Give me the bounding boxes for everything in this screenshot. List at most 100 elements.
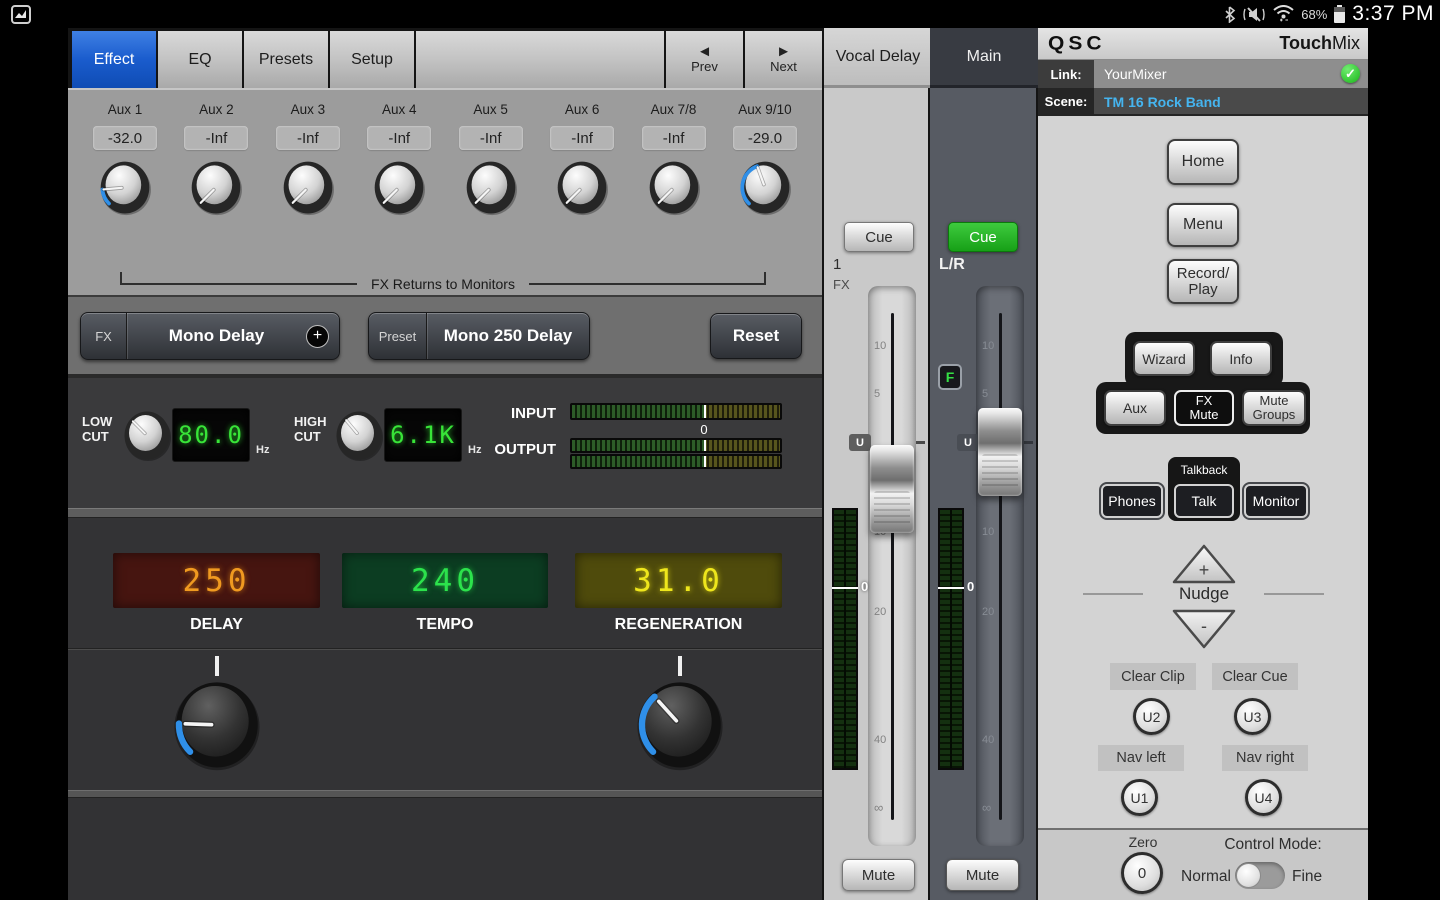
aux-channel-3: Aux 3 -Inf xyxy=(263,102,353,216)
aux-knob[interactable] xyxy=(98,158,152,216)
output-meter-label: OUTPUT xyxy=(488,441,556,458)
aux-label: Aux 7/8 xyxy=(651,102,697,117)
phones-button[interactable]: Phones xyxy=(1101,484,1163,518)
fx-mute-button[interactable]: FX Mute xyxy=(1174,390,1234,426)
nudge-up-button[interactable]: + xyxy=(1170,543,1238,585)
aux-value[interactable]: -32.0 xyxy=(93,126,157,150)
sound-muted-icon xyxy=(1242,6,1266,23)
user-button-u4[interactable]: U4 xyxy=(1245,779,1282,816)
aux-button[interactable]: Aux xyxy=(1104,390,1166,426)
delay-label: DELAY xyxy=(113,616,320,634)
record-play-button[interactable]: Record/ Play xyxy=(1167,259,1239,304)
prev-button[interactable]: ◄ Prev xyxy=(666,31,743,88)
aux-knob[interactable] xyxy=(189,158,243,216)
fx-mute-button[interactable]: Mute xyxy=(842,859,915,891)
meter-yellow-zone xyxy=(704,405,780,418)
clock: 3:37 PM xyxy=(1352,2,1434,26)
control-panel-footer: Zero 0 Control Mode: Normal Fine xyxy=(1038,828,1368,900)
aux-value[interactable]: -Inf xyxy=(184,126,248,150)
minus-icon: - xyxy=(1201,616,1207,636)
aux-channel-7-8: Aux 7/8 -Inf xyxy=(629,102,719,216)
fader-scale-inf: ∞ xyxy=(982,800,1002,815)
clear-cue-label: Clear Cue xyxy=(1212,663,1298,690)
aux-channel-4: Aux 4 -Inf xyxy=(354,102,444,216)
tab-eq[interactable]: EQ xyxy=(158,31,242,88)
section-divider xyxy=(68,508,822,518)
scene-label: Scene: xyxy=(1038,88,1094,114)
aux-label: Aux 3 xyxy=(291,102,326,117)
next-arrow-icon: ► xyxy=(776,45,791,59)
link-ok-check-icon: ✓ xyxy=(1341,64,1360,83)
fx-channel-strip: Vocal Delay Cue 1 FX 10 5 U 5 10 20 40 ∞… xyxy=(822,28,930,900)
main-channel-header[interactable]: Main xyxy=(930,28,1038,88)
tempo-display: 240 xyxy=(342,553,548,608)
next-button[interactable]: ► Next xyxy=(745,31,822,88)
regeneration-display: 31.0 xyxy=(575,553,782,608)
control-mode-toggle[interactable] xyxy=(1235,862,1285,889)
tab-setup[interactable]: Setup xyxy=(330,31,414,88)
aux-value[interactable]: -Inf xyxy=(642,126,706,150)
aux-channel-5: Aux 5 -Inf xyxy=(446,102,536,216)
tab-effect[interactable]: Effect xyxy=(72,31,156,88)
regeneration-knob[interactable] xyxy=(634,676,726,772)
reset-button[interactable]: Reset xyxy=(710,313,802,359)
fine-mode-button[interactable]: F xyxy=(938,364,962,390)
aux-value[interactable]: -29.0 xyxy=(733,126,797,150)
status-bar: 68% 3:37 PM xyxy=(0,0,1440,28)
aux-knob[interactable] xyxy=(464,158,518,216)
menu-button[interactable]: Menu xyxy=(1167,203,1239,247)
mute-groups-button[interactable]: Mute Groups xyxy=(1242,390,1306,426)
high-cut-knob[interactable] xyxy=(334,408,384,462)
fx-cue-button[interactable]: Cue xyxy=(844,222,914,252)
delay-knob[interactable] xyxy=(171,676,263,772)
aux-value[interactable]: -Inf xyxy=(550,126,614,150)
main-fader-handle[interactable] xyxy=(978,408,1022,496)
home-button[interactable]: Home xyxy=(1167,139,1239,185)
fx-fader-handle[interactable] xyxy=(870,445,914,533)
output-meter-right xyxy=(570,454,782,469)
battery-percent: 68% xyxy=(1301,7,1327,22)
fx-type-value: Mono Delay xyxy=(127,326,306,346)
aux-knob[interactable] xyxy=(372,158,426,216)
plus-icon: + xyxy=(1199,560,1210,580)
fader-scale-10b: 10 xyxy=(982,526,1002,538)
main-mute-button[interactable]: Mute xyxy=(946,859,1019,891)
fx-expand-plus-icon[interactable]: + xyxy=(306,325,329,348)
talk-button[interactable]: Talk xyxy=(1174,484,1234,518)
toggle-knob xyxy=(1236,863,1261,888)
scene-value[interactable]: TM 16 Rock Band xyxy=(1104,88,1221,116)
prev-arrow-icon: ◄ xyxy=(697,45,712,59)
aux-value[interactable]: -Inf xyxy=(367,126,431,150)
aux-value[interactable]: -Inf xyxy=(276,126,340,150)
fx-channel-header[interactable]: Vocal Delay xyxy=(824,28,932,88)
aux-knob[interactable] xyxy=(281,158,335,216)
fader-scale-40: 40 xyxy=(874,734,894,746)
zero-button[interactable]: 0 xyxy=(1121,852,1163,894)
aux-knob[interactable] xyxy=(647,158,701,216)
nudge-down-button[interactable]: - xyxy=(1170,608,1238,650)
aux-knob[interactable] xyxy=(555,158,609,216)
aux-value[interactable]: -Inf xyxy=(459,126,523,150)
info-button[interactable]: Info xyxy=(1210,341,1272,376)
monitor-button[interactable]: Monitor xyxy=(1244,484,1308,518)
main-fader-track[interactable] xyxy=(976,286,1024,846)
user-button-u2[interactable]: U2 xyxy=(1133,698,1170,735)
tab-presets[interactable]: Presets xyxy=(244,31,328,88)
fx-fader-track[interactable] xyxy=(868,286,916,846)
preset-cell-label: Preset xyxy=(369,313,427,359)
link-label: Link: xyxy=(1038,60,1094,88)
fx-preset-selector[interactable]: Preset Mono 250 Delay xyxy=(368,312,590,360)
user-button-u3[interactable]: U3 xyxy=(1234,698,1271,735)
meter-yellow-zone xyxy=(704,440,780,451)
delay-display: 250 xyxy=(113,553,320,608)
main-cue-button[interactable]: Cue xyxy=(948,222,1018,252)
low-cut-knob[interactable] xyxy=(122,408,172,462)
aux-knob[interactable] xyxy=(738,158,792,216)
aux-label: Aux 9/10 xyxy=(738,102,791,117)
fx-type-selector[interactable]: FX Mono Delay + xyxy=(80,312,340,360)
high-cut-display: 6.1K xyxy=(384,408,462,462)
control-panel-body: Home Menu Record/ Play Wizard Info Aux F… xyxy=(1038,116,1368,828)
wizard-button[interactable]: Wizard xyxy=(1133,341,1195,376)
aux-channel-1: Aux 1 -32.0 xyxy=(80,102,170,216)
user-button-u1[interactable]: U1 xyxy=(1121,779,1158,816)
